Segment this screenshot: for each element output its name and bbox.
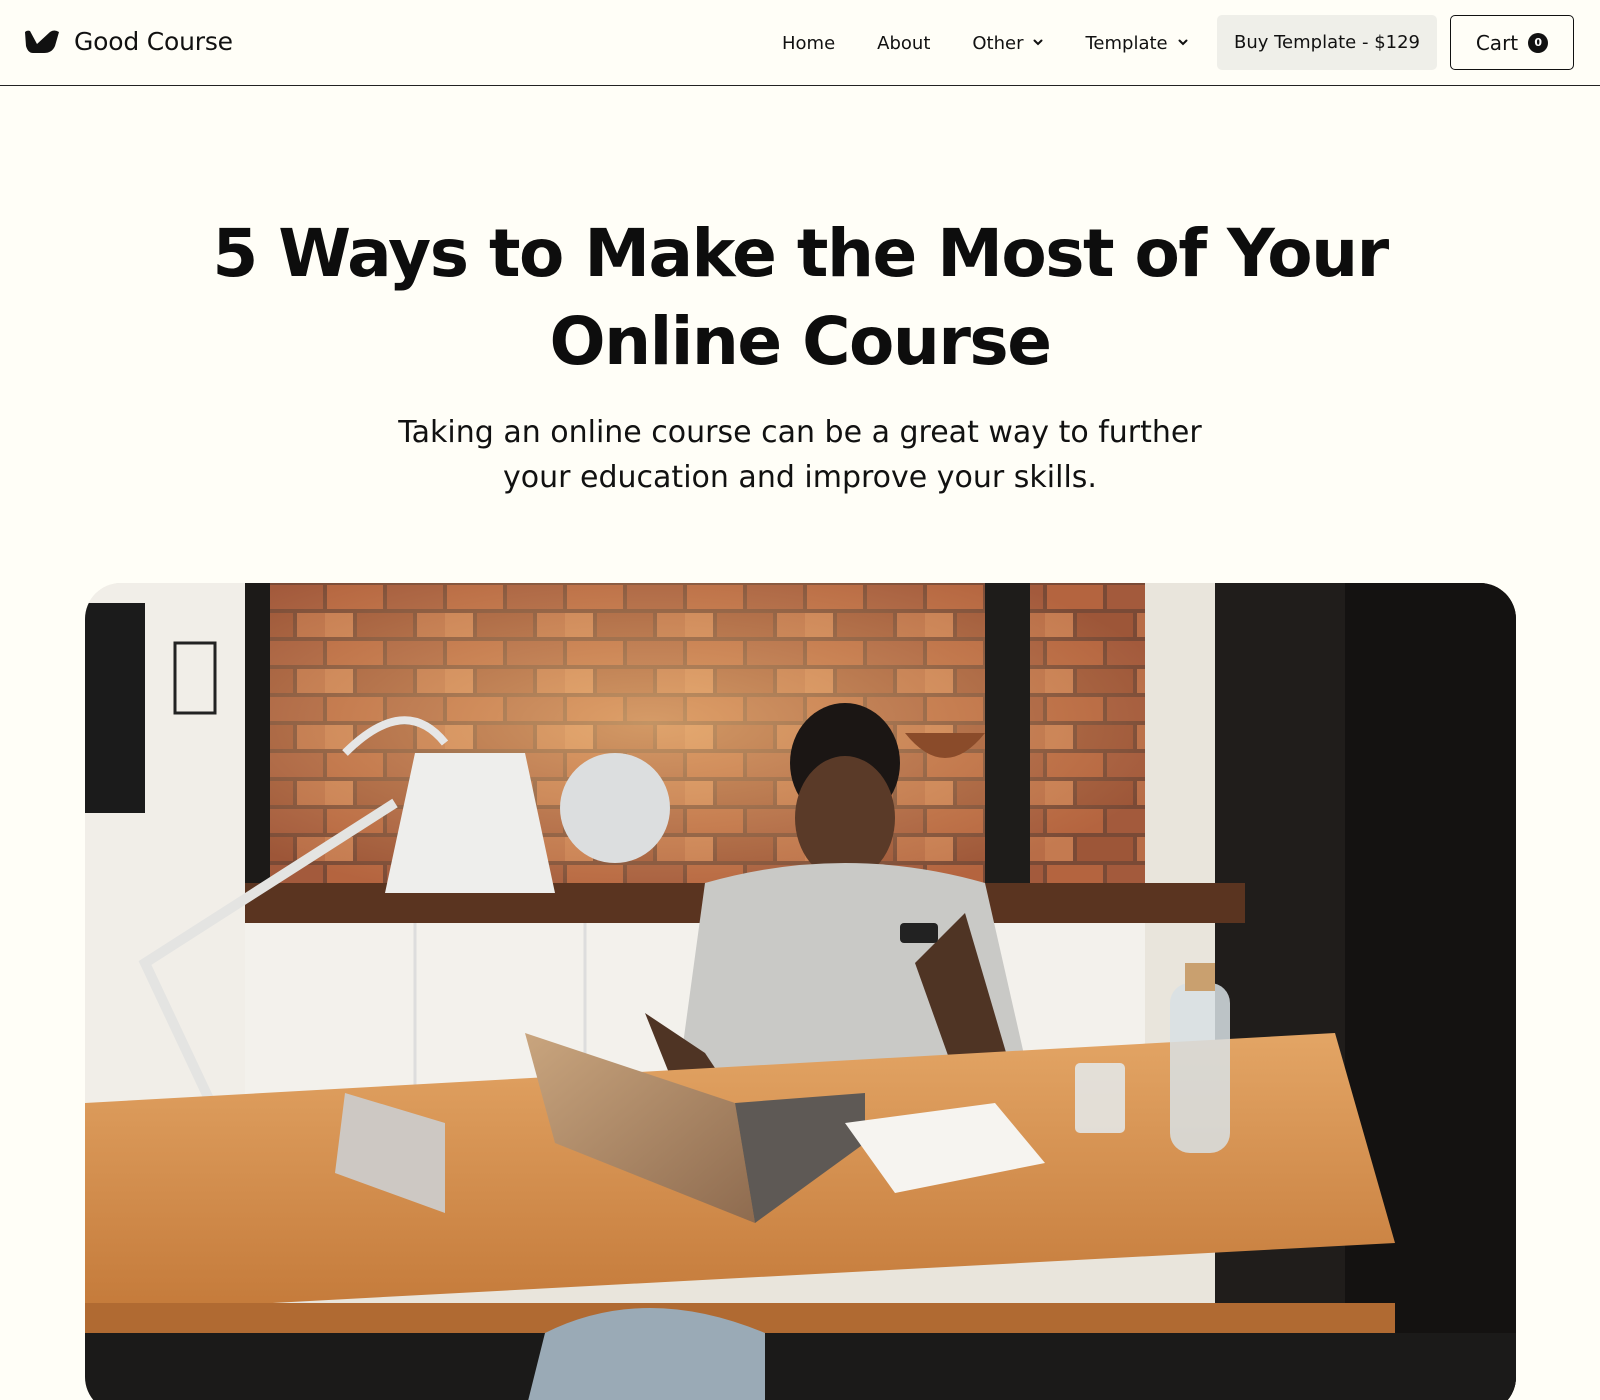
brand-logo-icon [24, 26, 62, 56]
title-line-2: Online Course [549, 303, 1052, 380]
nav-template-label: Template [1085, 32, 1168, 54]
brand-name: Good Course [74, 26, 233, 56]
page-subtitle: Taking an online course can be a great w… [340, 410, 1260, 500]
page-title: 5 Ways to Make the Most of Your Online C… [200, 210, 1400, 386]
buy-template-button[interactable]: Buy Template - $129 [1217, 15, 1437, 70]
hero-image [85, 583, 1516, 1400]
chevron-down-icon [1033, 36, 1043, 49]
buy-template-label: Buy Template - $129 [1233, 32, 1420, 53]
title-line-1: 5 Ways to Make the Most of Your [212, 215, 1389, 292]
nav-about-link[interactable]: About [877, 33, 930, 54]
cart-label: Cart [1475, 30, 1519, 55]
brand[interactable]: Good Course [24, 26, 233, 56]
cart-button[interactable]: Cart 0 [1450, 15, 1574, 70]
nav-other-label: Other [972, 32, 1024, 54]
cart-count-badge: 0 [1528, 32, 1549, 53]
subtitle-line-2: your education and improve your skills. [503, 460, 1097, 495]
nav-other-dropdown[interactable]: Other [972, 33, 1043, 54]
nav-template-dropdown[interactable]: Template [1085, 32, 1188, 54]
nav-home-link[interactable]: Home [782, 33, 835, 54]
nav-links: Home About Other Template [782, 0, 1230, 86]
subtitle-line-1: Taking an online course can be a great w… [398, 415, 1202, 450]
nav-about-label: About [877, 32, 931, 54]
chevron-down-icon [1178, 36, 1188, 49]
nav-home-label: Home [782, 32, 836, 54]
top-nav: Good Course Home About Other Template Bu… [0, 0, 1600, 86]
